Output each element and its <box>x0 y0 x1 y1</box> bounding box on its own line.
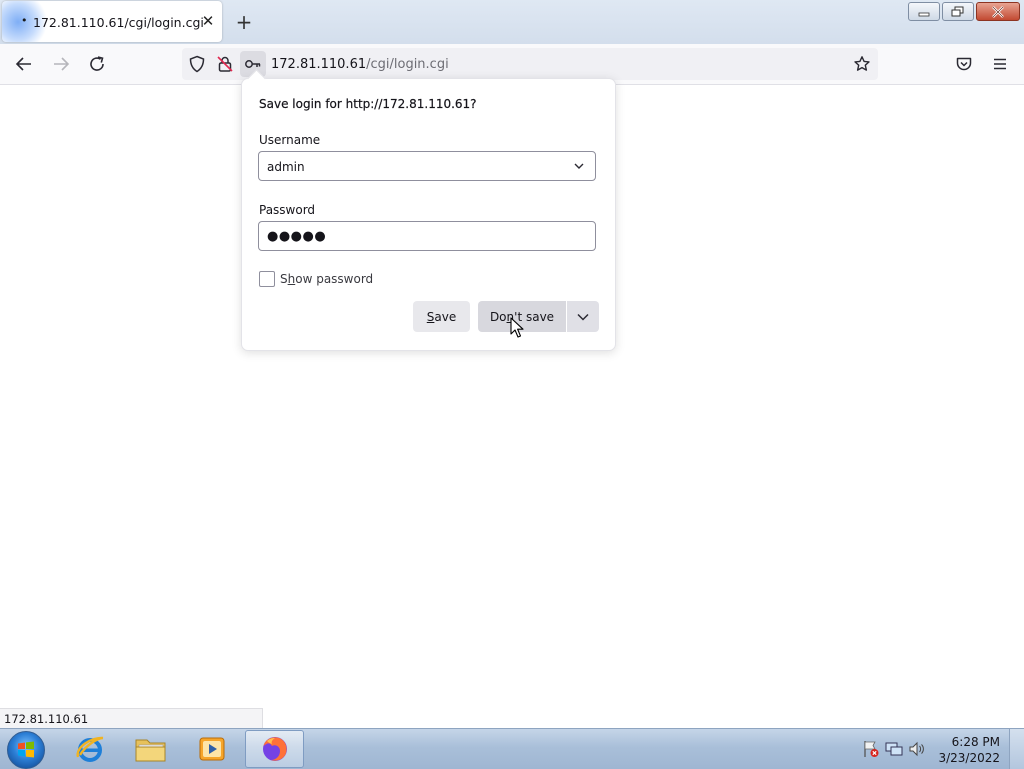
save-login-popup: Save login for http://172.81.110.61? Use… <box>241 69 616 351</box>
url-text: 172.81.110.61/cgi/login.cgi <box>271 57 449 72</box>
window-controls <box>908 2 1020 22</box>
restore-button[interactable] <box>942 2 974 21</box>
pocket-icon <box>956 57 972 71</box>
password-field[interactable]: ●●●●● <box>258 221 596 251</box>
pocket-button[interactable] <box>952 52 976 76</box>
clock-date: 3/23/2022 <box>938 751 1000 765</box>
username-label: Username <box>259 133 321 147</box>
taskbar-file-explorer[interactable] <box>123 730 179 768</box>
minimize-button[interactable] <box>908 2 940 21</box>
back-arrow-icon <box>15 57 31 71</box>
restore-icon <box>951 6 964 16</box>
browser-tab[interactable]: • 172.81.110.61/cgi/login.cgi ✕ <box>2 1 222 42</box>
star-icon <box>854 56 870 71</box>
tab-title: 172.81.110.61/cgi/login.cgi <box>33 15 204 30</box>
chevron-down-icon[interactable] <box>573 161 585 171</box>
tab-loading-dot: • <box>21 14 28 27</box>
show-password-label[interactable]: Show password <box>280 272 373 286</box>
tab-close-icon[interactable]: ✕ <box>200 13 216 29</box>
bookmark-star-button[interactable] <box>850 52 874 76</box>
show-desktop-button[interactable] <box>1009 729 1024 769</box>
clock[interactable]: 6:28 PM 3/23/2022 <box>938 734 1000 766</box>
taskbar-internet-explorer[interactable] <box>62 730 118 768</box>
insecure-connection-button[interactable] <box>213 52 237 76</box>
forward-arrow-icon <box>54 57 70 71</box>
volume-icon[interactable] <box>908 741 926 760</box>
close-window-button[interactable] <box>976 2 1020 21</box>
status-bar: 172.81.110.61 <box>0 708 263 728</box>
system-tray: 6:28 PM 3/23/2022 <box>860 729 1024 769</box>
tab-strip: • 172.81.110.61/cgi/login.cgi ✕ + <box>0 0 1024 44</box>
address-bar[interactable]: 172.81.110.61/cgi/login.cgi <box>182 48 878 80</box>
shield-icon <box>189 55 205 73</box>
clock-time: 6:28 PM <box>951 735 1000 749</box>
internet-explorer-icon <box>76 736 104 762</box>
popup-title: Save login for http://172.81.110.61? <box>259 97 477 111</box>
save-button[interactable]: Save <box>413 301 470 332</box>
username-value: admin <box>267 160 305 174</box>
forward-button[interactable] <box>49 52 73 76</box>
new-tab-button[interactable]: + <box>232 10 256 34</box>
back-button[interactable] <box>12 52 36 76</box>
mouse-cursor-icon <box>510 317 524 338</box>
reload-icon <box>90 56 104 71</box>
hamburger-menu-icon <box>994 58 1006 70</box>
reload-button[interactable] <box>85 52 109 76</box>
taskbar: 6:28 PM 3/23/2022 <box>0 728 1024 769</box>
url-path: /cgi/login.cgi <box>366 57 449 72</box>
minimize-icon <box>918 12 930 16</box>
windows-logo-icon <box>18 741 34 758</box>
password-masked-value: ●●●●● <box>267 229 327 244</box>
firefox-icon <box>262 737 287 761</box>
app-menu-button[interactable] <box>988 52 1012 76</box>
folder-icon <box>135 739 166 762</box>
username-field[interactable]: admin <box>258 151 596 181</box>
password-label: Password <box>259 203 316 217</box>
taskbar-firefox[interactable] <box>245 730 304 768</box>
close-icon <box>992 5 1004 18</box>
url-host: 172.81.110.61 <box>271 57 367 72</box>
save-options-menu-button[interactable] <box>567 301 599 332</box>
network-icon[interactable] <box>885 741 903 760</box>
insecure-lock-icon <box>217 56 233 72</box>
chevron-down-icon <box>577 313 589 321</box>
tracking-protection-button[interactable] <box>185 52 209 76</box>
start-button[interactable] <box>7 731 45 769</box>
key-icon <box>245 60 261 68</box>
show-password-checkbox[interactable] <box>259 271 275 287</box>
taskbar-media-player[interactable] <box>184 730 240 768</box>
media-player-icon <box>199 737 225 761</box>
action-center-flag-icon[interactable] <box>862 740 880 761</box>
